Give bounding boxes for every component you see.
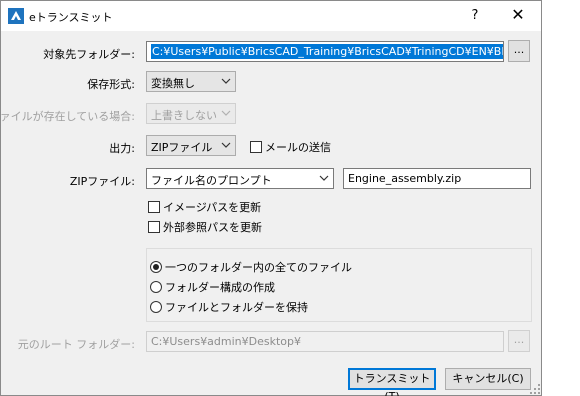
update-image-paths-checkbox[interactable]: イメージパスを更新: [148, 199, 261, 215]
zip-filename-input[interactable]: Engine_assembly.zip: [343, 168, 531, 189]
save-format-select[interactable]: 変換無し: [146, 71, 236, 92]
target-folder-label: 対象先フォルダー:: [43, 48, 135, 61]
file-exists-label: ファイルが存在している場合:: [0, 110, 135, 123]
chevron-down-icon: [221, 110, 231, 116]
send-mail-checkbox[interactable]: メールの送信: [250, 139, 331, 155]
source-root-value: C:¥Users¥admin¥Desktop¥: [151, 335, 302, 348]
radio-single-folder[interactable]: 一つのフォルダー内の全てのファイル: [150, 259, 352, 275]
radio-keep-files-folders[interactable]: ファイルとフォルダーを保持: [150, 299, 308, 315]
source-root-input[interactable]: C:¥Users¥admin¥Desktop¥: [146, 331, 504, 352]
output-label: 出力:: [109, 142, 135, 155]
chevron-down-icon: [319, 175, 329, 181]
save-format-label: 保存形式:: [87, 78, 135, 91]
cancel-button[interactable]: キャンセル(C): [445, 368, 531, 390]
radio-dot: [150, 281, 162, 293]
chevron-down-icon: [221, 142, 231, 148]
checkbox-box: [250, 141, 262, 153]
update-xref-paths-checkbox[interactable]: 外部参照パスを更新: [148, 219, 262, 235]
checkbox-box: [148, 201, 160, 213]
folder-structure-group: 一つのフォルダー内の全てのファイル フォルダー構成の作成 ファイルとフォルダーを…: [146, 248, 532, 322]
zip-file-mode-value: ファイル名のプロンプト: [151, 174, 272, 187]
update-image-paths-label: イメージパスを更新: [163, 201, 262, 214]
send-mail-label: メールの送信: [265, 141, 331, 154]
window-title: eトランスミット: [29, 11, 113, 24]
output-select[interactable]: ZIPファイル: [146, 135, 236, 156]
target-folder-browse-button[interactable]: ...: [508, 40, 530, 62]
chevron-down-icon: [221, 78, 231, 84]
resize-grip-icon[interactable]: [529, 383, 541, 395]
radio-single-folder-label: 一つのフォルダー内の全てのファイル: [165, 261, 352, 274]
zip-filename-value: Engine_assembly.zip: [348, 172, 462, 185]
target-folder-input[interactable]: C:¥Users¥Public¥BricsCAD_Training¥BricsC…: [146, 41, 504, 62]
radio-create-structure[interactable]: フォルダー構成の作成: [150, 279, 275, 295]
source-root-browse-button[interactable]: ...: [508, 330, 530, 352]
checkbox-box: [148, 221, 160, 233]
save-format-value: 変換無し: [151, 77, 195, 90]
output-value: ZIPファイル: [151, 141, 213, 154]
etransmit-dialog: eトランスミット ? ✕ 対象先フォルダー: C:¥Users¥Public¥B…: [0, 0, 542, 396]
radio-create-structure-label: フォルダー構成の作成: [165, 281, 275, 294]
close-button[interactable]: ✕: [503, 5, 533, 27]
file-exists-select[interactable]: 上書きしない: [146, 103, 236, 124]
radio-dot: [150, 261, 162, 273]
zip-file-mode-select[interactable]: ファイル名のプロンプト: [146, 168, 334, 189]
help-button[interactable]: ?: [461, 5, 489, 27]
transmit-button[interactable]: トランスミット(T): [348, 368, 436, 396]
title-bar[interactable]: eトランスミット ? ✕: [1, 1, 541, 31]
target-folder-value: C:¥Users¥Public¥BricsCAD_Training¥BricsC…: [151, 44, 503, 59]
source-root-label: 元のルート フォルダー:: [17, 338, 135, 351]
file-exists-value: 上書きしない: [151, 109, 217, 122]
bricscad-logo-icon: [8, 8, 24, 24]
radio-dot: [150, 301, 162, 313]
zip-file-label: ZIPファイル:: [69, 175, 135, 188]
update-xref-paths-label: 外部参照パスを更新: [163, 221, 262, 234]
radio-keep-files-folders-label: ファイルとフォルダーを保持: [165, 301, 308, 314]
